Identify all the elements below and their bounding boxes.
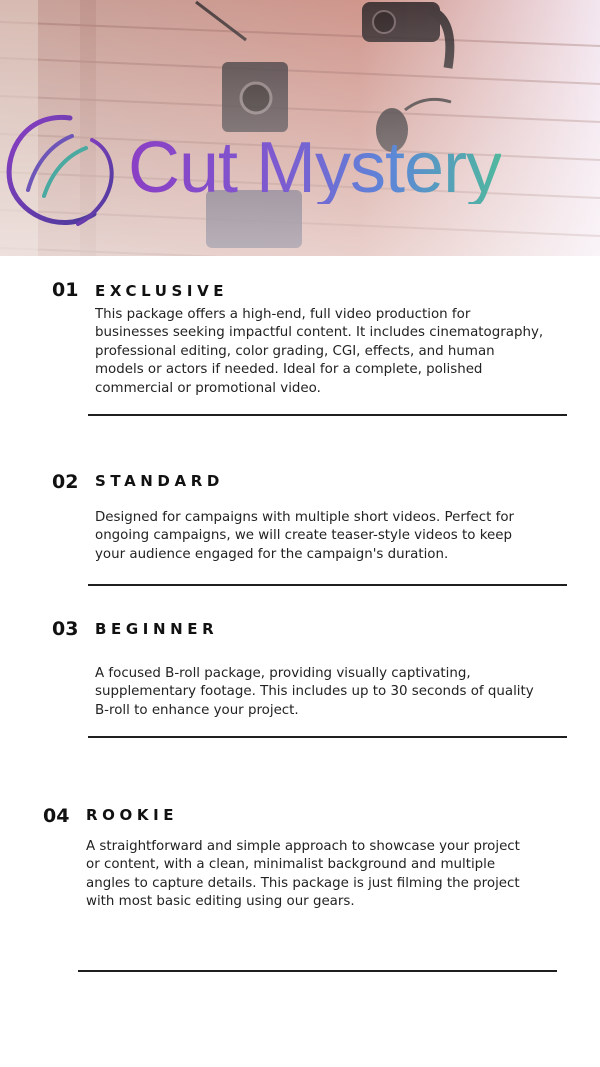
package-description: This package offers a high-end, full vid… xyxy=(95,307,544,396)
package-description: A straightforward and simple approach to… xyxy=(86,839,520,910)
package-number: 04 xyxy=(43,805,70,827)
package-description: Designed for campaigns with multiple sho… xyxy=(95,510,515,562)
package-number: 03 xyxy=(52,618,79,640)
package-title: BEGINNER xyxy=(95,620,219,638)
package-title: STANDARD xyxy=(95,472,224,490)
section-divider xyxy=(88,584,567,586)
package-title: ROOKIE xyxy=(86,806,179,824)
section-divider xyxy=(78,970,557,972)
package-number: 02 xyxy=(52,471,79,493)
package-description: A focused B-roll package, providing visu… xyxy=(95,666,534,718)
hero-banner: Cut Mystery xyxy=(0,0,600,256)
section-divider xyxy=(88,414,567,416)
brand-name: Cut Mystery xyxy=(128,128,502,208)
package-number: 01 xyxy=(52,279,79,301)
package-title: EXCLUSIVE xyxy=(95,282,229,300)
section-divider xyxy=(88,736,567,738)
